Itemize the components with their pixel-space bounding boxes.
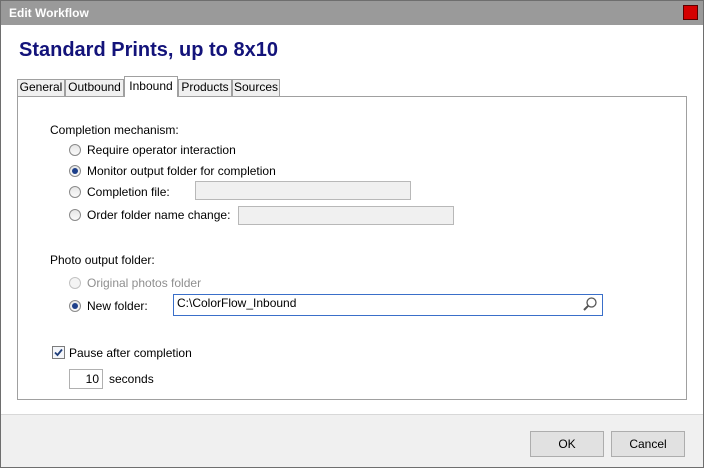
folder-name-change-input[interactable] — [238, 206, 454, 225]
folder-name-change-label[interactable]: Order folder name change: — [87, 208, 230, 222]
close-button[interactable] — [683, 5, 698, 20]
radio-completion-file[interactable] — [69, 186, 81, 198]
seconds-label: seconds — [109, 372, 154, 386]
photo-output-section-label: Photo output folder: — [50, 253, 155, 267]
radio-new-folder[interactable] — [69, 300, 81, 312]
radio-original-photos[interactable] — [69, 277, 81, 289]
magnifier-icon[interactable] — [582, 296, 598, 312]
new-folder-label[interactable]: New folder: — [87, 299, 148, 313]
window-title: Edit Workflow — [9, 6, 89, 20]
original-photos-label: Original photos folder — [87, 276, 202, 290]
checkmark-icon — [54, 348, 63, 357]
new-folder-value: C:\ColorFlow_Inbound — [177, 296, 297, 310]
tab-inbound[interactable]: Inbound — [124, 76, 178, 97]
title-bar[interactable]: Edit Workflow — [1, 1, 703, 25]
dialog-footer: OK Cancel — [1, 414, 703, 467]
pause-checkbox[interactable] — [52, 346, 65, 359]
ok-button[interactable]: OK — [530, 431, 604, 457]
tab-sources[interactable]: Sources — [232, 79, 280, 96]
radio-require-operator[interactable] — [69, 144, 81, 156]
seconds-input[interactable]: 10 — [69, 369, 103, 389]
tab-general[interactable]: General — [17, 79, 65, 96]
completion-file-label[interactable]: Completion file: — [87, 185, 170, 199]
new-folder-input[interactable]: C:\ColorFlow_Inbound — [173, 294, 603, 316]
completion-file-input[interactable] — [195, 181, 411, 200]
radio-monitor-output[interactable] — [69, 165, 81, 177]
require-operator-label[interactable]: Require operator interaction — [87, 143, 236, 157]
tab-outbound[interactable]: Outbound — [65, 79, 124, 96]
inbound-tab-panel: Completion mechanism: Require operator i… — [17, 96, 687, 400]
pause-label[interactable]: Pause after completion — [69, 346, 192, 360]
page-title: Standard Prints, up to 8x10 — [19, 39, 278, 61]
radio-folder-name-change[interactable] — [69, 209, 81, 221]
dialog-body: Standard Prints, up to 8x10 General Outb… — [1, 25, 703, 414]
monitor-output-label[interactable]: Monitor output folder for completion — [87, 164, 276, 178]
completion-section-label: Completion mechanism: — [50, 123, 179, 137]
edit-workflow-window: Edit Workflow Standard Prints, up to 8x1… — [0, 0, 704, 468]
cancel-button[interactable]: Cancel — [611, 431, 685, 457]
tab-products[interactable]: Products — [178, 79, 232, 96]
